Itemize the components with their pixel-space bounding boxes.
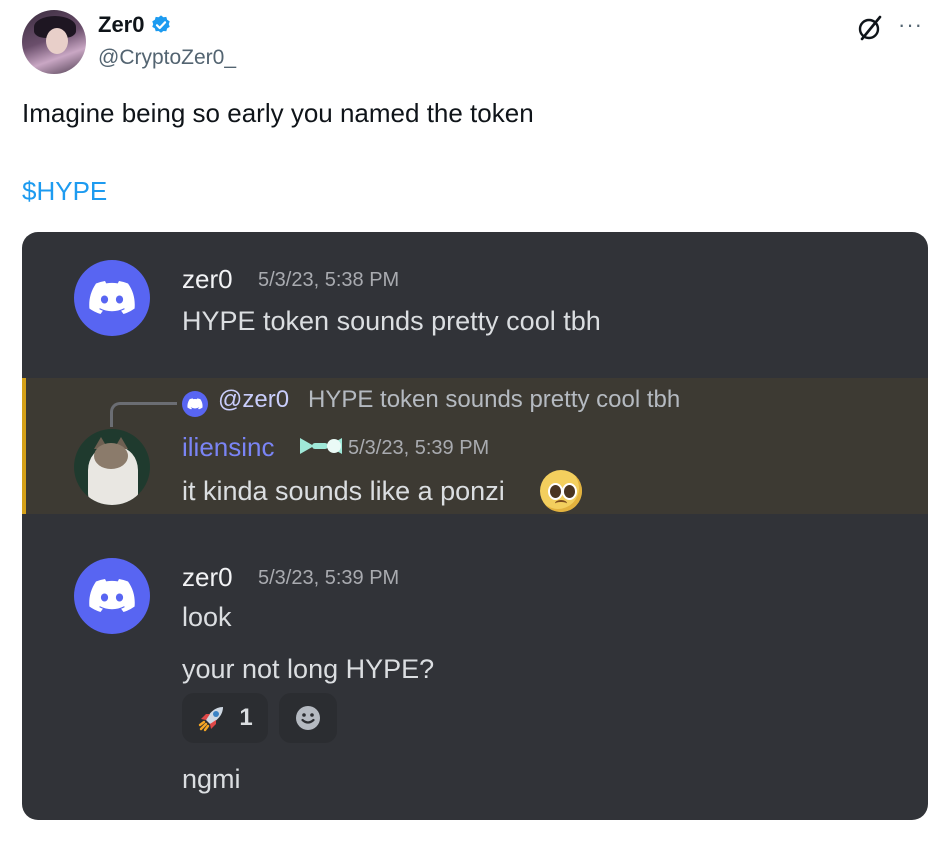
reaction-count: 1: [239, 704, 253, 731]
cat-avatar[interactable]: [74, 429, 150, 505]
cashtag-link[interactable]: $HYPE: [22, 176, 107, 207]
message-text: ngmi: [182, 764, 241, 794]
reply-avatar: [182, 391, 208, 417]
reply-mention[interactable]: @zer0: [218, 386, 289, 414]
message-username[interactable]: zer0: [182, 264, 233, 295]
rocket-icon: [199, 707, 224, 732]
discord-logo-icon: [89, 579, 135, 612]
author-handle[interactable]: @CryptoZer0_: [98, 46, 236, 70]
message-text: your not long HYPE?: [182, 654, 435, 684]
message-timestamp: 5/3/23, 5:38 PM: [258, 269, 400, 291]
message-username[interactable]: iliensinc: [182, 432, 275, 463]
discord-avatar: [74, 260, 150, 336]
role-badge-icon: [300, 438, 342, 454]
discord-avatar: [74, 558, 150, 634]
message-text: it kinda sounds like a ponzi: [182, 476, 505, 506]
reply-quoted-text[interactable]: HYPE token sounds pretty cool tbh: [308, 386, 680, 414]
reaction-rocket[interactable]: 1: [182, 693, 268, 743]
discord-screenshot[interactable]: zer0 5/3/23, 5:38 PM HYPE token sounds p…: [22, 232, 928, 820]
add-reaction-button[interactable]: [279, 693, 337, 743]
message-username[interactable]: zer0: [182, 562, 233, 593]
smiley-icon: [296, 706, 320, 730]
more-options-icon[interactable]: ···: [898, 14, 923, 36]
author-name-row[interactable]: Zer0: [98, 12, 172, 38]
discord-logo-icon: [187, 398, 203, 410]
reply-connector: [110, 402, 177, 427]
discord-logo-icon: [89, 281, 135, 314]
message-text: HYPE token sounds pretty cool tbh: [182, 306, 601, 336]
tweet-text: Imagine being so early you named the tok…: [22, 98, 534, 128]
pleading-face-emoji-icon: [540, 470, 582, 512]
message-text: look: [182, 602, 232, 632]
author-name[interactable]: Zer0: [98, 12, 144, 38]
message-timestamp: 5/3/23, 5:39 PM: [258, 567, 400, 589]
message-timestamp: 5/3/23, 5:39 PM: [348, 437, 490, 459]
grok-icon[interactable]: [856, 14, 884, 42]
verified-badge-icon: [152, 15, 171, 33]
author-avatar[interactable]: [22, 10, 86, 74]
